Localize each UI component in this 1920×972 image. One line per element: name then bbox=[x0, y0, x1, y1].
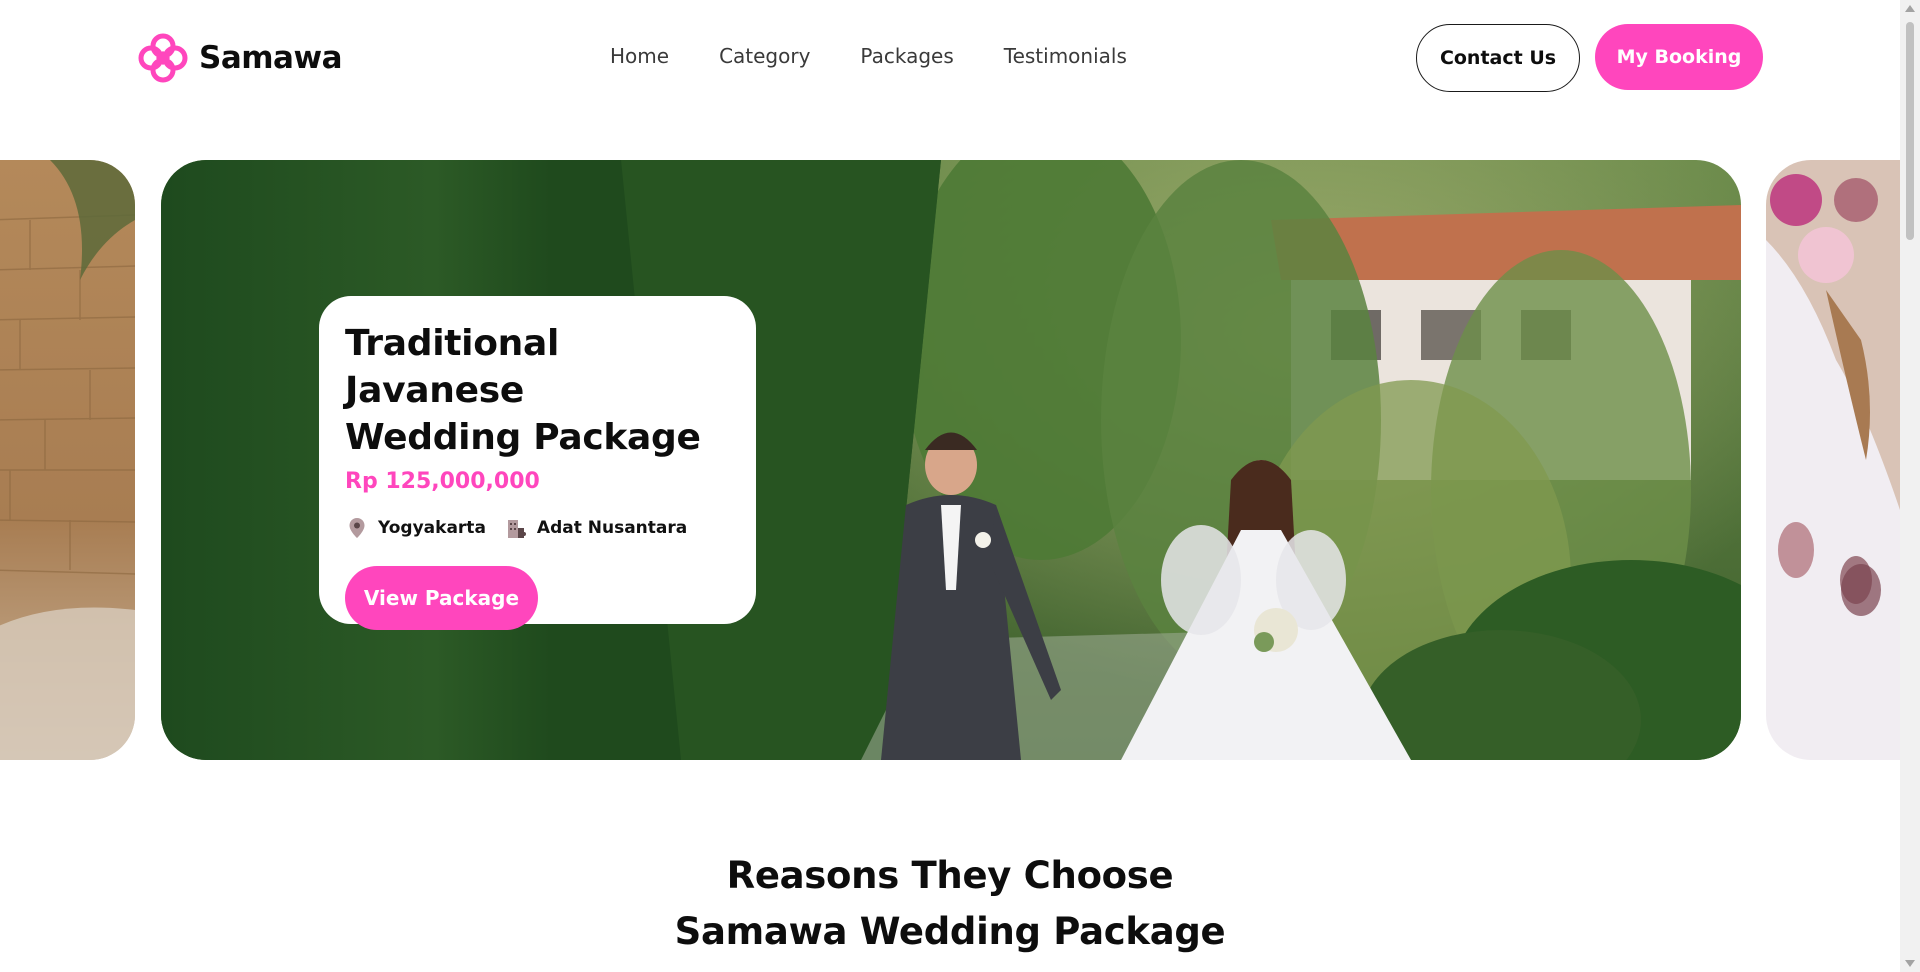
package-meta: Yogyakarta Adat Nusantara bbox=[345, 516, 730, 540]
package-title-line1: Traditional Javanese bbox=[345, 323, 560, 411]
nav-link-testimonials[interactable]: Testimonials bbox=[1004, 44, 1127, 68]
building-icon bbox=[507, 520, 526, 538]
package-category-label: Adat Nusantara bbox=[536, 518, 688, 538]
nav-link-home[interactable]: Home bbox=[610, 44, 669, 68]
location-pin-icon bbox=[349, 518, 365, 538]
package-title: Traditional Javanese Wedding Package bbox=[345, 320, 730, 461]
package-card: Traditional Javanese Wedding Package Rp … bbox=[319, 296, 756, 630]
flower-logo-icon bbox=[138, 33, 188, 83]
scroll-down-arrow-icon[interactable] bbox=[1905, 960, 1915, 967]
floral-decor-slide[interactable] bbox=[1766, 160, 1900, 760]
main-nav: Home Category Packages Testimonials bbox=[610, 44, 1127, 68]
my-booking-button[interactable]: My Booking bbox=[1595, 24, 1763, 90]
scroll-thumb[interactable] bbox=[1906, 22, 1914, 240]
stone-wall-photo bbox=[0, 160, 135, 760]
brand-logo[interactable]: Samawa bbox=[137, 32, 343, 84]
package-category: Adat Nusantara bbox=[504, 516, 687, 540]
navbar: Samawa Home Category Packages Testimonia… bbox=[0, 0, 1900, 115]
view-package-button[interactable]: View Package bbox=[345, 566, 538, 630]
contact-us-button[interactable]: Contact Us bbox=[1416, 24, 1580, 92]
stone-wall-slide[interactable] bbox=[0, 160, 135, 760]
nav-link-category[interactable]: Category bbox=[719, 44, 810, 68]
package-price: Rp 125,000,000 bbox=[345, 469, 540, 494]
package-location: Yogyakarta bbox=[345, 516, 486, 540]
page-scrollbar[interactable] bbox=[1900, 0, 1920, 972]
scroll-up-arrow-icon[interactable] bbox=[1905, 5, 1915, 12]
floral-decor-photo bbox=[1766, 160, 1900, 760]
package-location-label: Yogyakarta bbox=[378, 518, 486, 538]
reasons-heading-line2: Samawa Wedding Package bbox=[674, 910, 1226, 953]
reasons-heading-line1: Reasons They Choose bbox=[726, 854, 1174, 897]
package-title-line2: Wedding Package bbox=[345, 417, 701, 458]
reasons-heading: Reasons They Choose Samawa Wedding Packa… bbox=[0, 848, 1900, 960]
nav-link-packages[interactable]: Packages bbox=[860, 44, 953, 68]
brand-name: Samawa bbox=[199, 40, 343, 76]
